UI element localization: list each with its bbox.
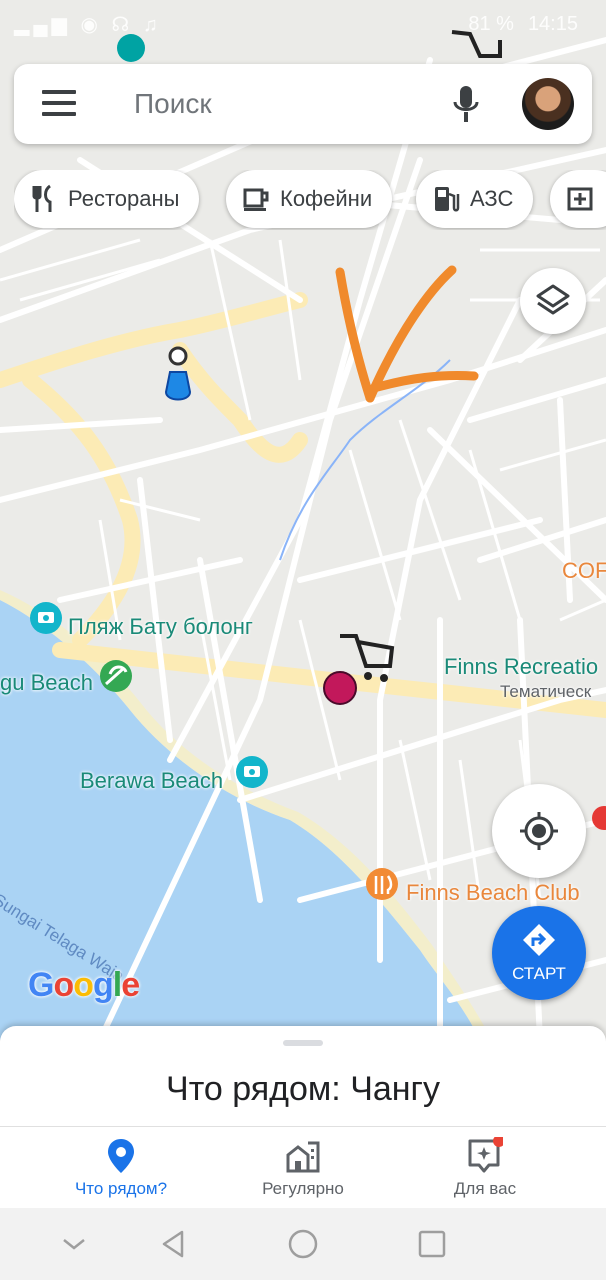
search-bar[interactable] [14,64,592,144]
chip-coffee[interactable]: Кофейни [226,170,393,228]
crosshair-icon [520,812,558,850]
nav-explore[interactable]: Что рядом? [20,1127,222,1209]
map-view[interactable]: Пляж Бату болонг gu Beach Berawa Beach F… [0,0,606,1040]
directions-icon [523,924,555,956]
status-icons-left: ▂▄▆ ◉ ☊ ♫ [14,14,162,36]
avatar[interactable] [522,78,574,130]
beach-pin-canggu[interactable] [100,660,132,692]
cafe-pin[interactable] [164,346,192,401]
restaurant-pin-finns-beach-club[interactable] [366,868,398,900]
map-label-cof[interactable]: COF [562,558,606,584]
explore-sheet[interactable]: Что рядом: Чангу [0,1026,606,1126]
attractions-icon [567,187,593,211]
menu-icon[interactable] [42,90,76,118]
chip-more[interactable] [550,170,606,228]
category-chips: Рестораны Кофейни АЗС [14,170,606,230]
clock: 14:15 [527,13,578,35]
nav-commute[interactable]: Регулярно [202,1127,404,1209]
nav-label: Для вас [453,1179,517,1198]
start-navigation-button[interactable]: СТАРТ [492,906,586,1000]
chip-gas-station[interactable]: АЗС [416,170,534,228]
poi-pin-right[interactable] [592,806,606,830]
fork-knife-icon [32,184,52,212]
status-bar: ▂▄▆ ◉ ☊ ♫ 81 % 14:15 [0,0,606,50]
gas-pump-icon [435,187,460,212]
sheet-title: Что рядом: Чангу [166,1070,440,1108]
map-label-berawa-beach[interactable]: Berawa Beach [80,768,223,794]
layers-button[interactable] [520,268,586,334]
search-input[interactable] [134,84,434,124]
recents-icon[interactable] [414,1226,450,1262]
start-button-label: СТАРТ [512,964,566,983]
sheet-drag-handle[interactable] [283,1040,323,1046]
location-pin-icon [108,1139,134,1173]
coffee-cup-icon [243,188,269,211]
battery-level: 81 % [468,13,514,35]
map-label-finns-recreation[interactable]: Finns Recreatio [444,654,598,680]
photo-pin-berawa[interactable] [236,756,268,788]
back-icon[interactable] [156,1226,192,1262]
notification-dot [493,1137,503,1147]
bottom-navigation: Что рядом? Регулярно Для вас [0,1126,606,1208]
microphone-icon[interactable] [450,84,482,126]
chevron-down-icon[interactable] [56,1226,92,1262]
map-label-batu-bolong[interactable]: Пляж Бату болонг [68,614,253,640]
google-logo: Google [28,966,140,1004]
chip-restaurants[interactable]: Рестораны [14,170,200,228]
nav-label: Что рядом? [74,1179,168,1198]
map-label-finns-recreation-sub: Тематическ [500,682,592,701]
chip-label: Рестораны [68,186,180,211]
layers-icon [536,284,570,315]
photo-pin-batu-bolong[interactable] [30,602,62,634]
system-navigation-bar [0,1208,606,1280]
chip-label: Кофейни [280,186,373,211]
nav-for-you[interactable]: Для вас [384,1127,586,1209]
buildings-icon [286,1141,320,1173]
status-icons-right: 81 % 14:15 [468,13,578,36]
sparkle-card-icon [468,1137,503,1173]
map-label-finns-beach-club[interactable]: Finns Beach Club [406,880,580,906]
my-location-button[interactable] [492,784,586,878]
home-icon[interactable] [285,1226,321,1262]
chip-label: АЗС [470,186,514,211]
nav-label: Регулярно [262,1179,344,1198]
map-label-canggu-beach[interactable]: gu Beach [0,670,93,696]
